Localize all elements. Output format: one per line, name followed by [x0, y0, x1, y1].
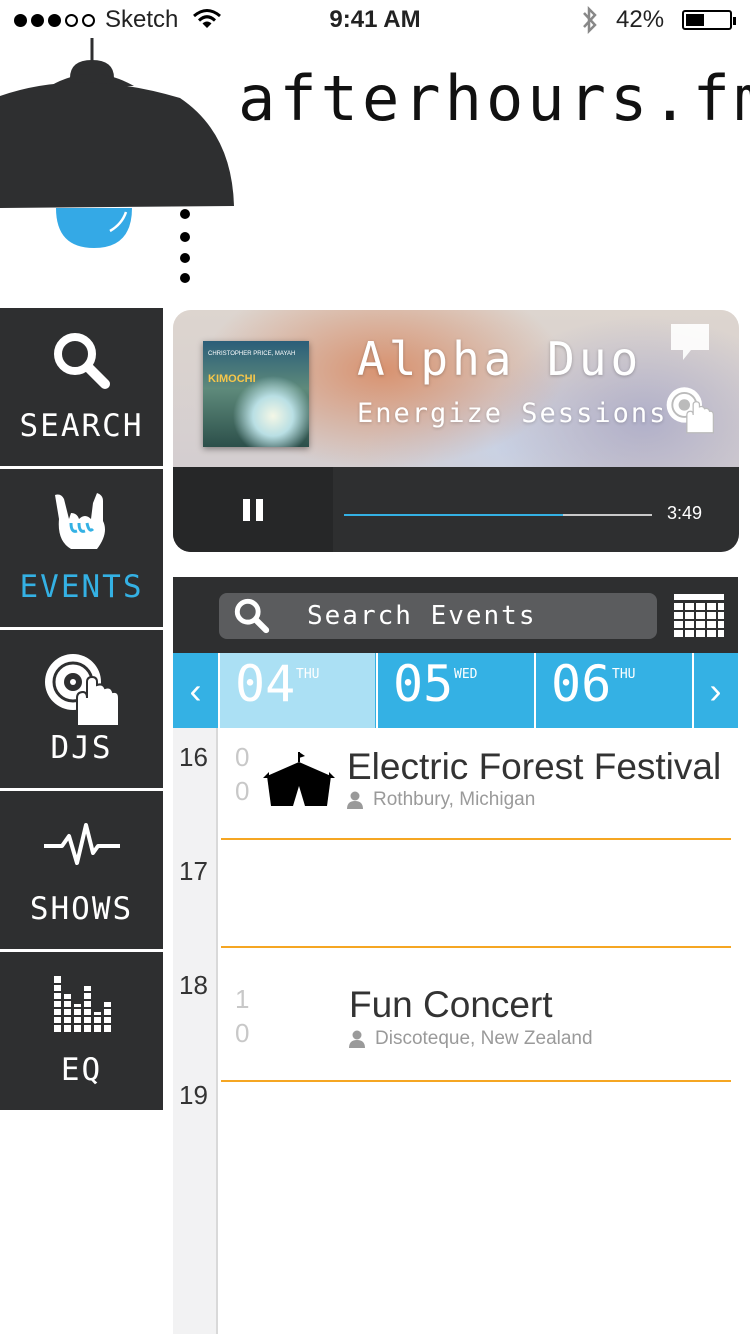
date-cell[interactable]: 04 THU — [218, 653, 375, 728]
event-minutes: 1 0 — [235, 984, 250, 1048]
hour-label: 16 — [179, 742, 208, 772]
date-number: 05 — [393, 655, 454, 713]
dj-turntable-icon — [44, 654, 120, 727]
brand-title: afterhours.fm — [238, 62, 750, 135]
chevron-left-icon: ‹ — [189, 669, 202, 711]
sidebar-nav: SEARCH EVENTS DJS SHOWS EQ — [0, 308, 163, 1113]
sidebar-label-djs: DJS — [50, 730, 113, 766]
events-search-bar: Search Events — [173, 577, 738, 653]
battery-percent: 42% — [616, 6, 665, 33]
battery-icon — [682, 10, 736, 30]
now-playing-card: CHRISTOPHER PRICE, MAYAH KIMOCHI Alpha D… — [173, 310, 739, 552]
status-bar: Sketch 9:41 AM 42% — [0, 0, 750, 40]
calendar-icon[interactable] — [673, 593, 725, 639]
sidebar-label-shows: SHOWS — [29, 891, 134, 927]
hour-label: 17 — [179, 856, 208, 886]
person-icon — [347, 791, 363, 809]
progress-fill — [344, 514, 563, 516]
dj-turntable-icon[interactable] — [665, 386, 715, 434]
sidebar-item-events[interactable]: EVENTS — [0, 469, 163, 627]
track-time: 3:49 — [667, 503, 703, 523]
album-title: KIMOCHI — [208, 373, 256, 385]
lamp-logo-icon — [0, 38, 234, 283]
date-selector: ‹ 04 THU 05 WED 06 THU › — [173, 653, 738, 728]
artist-name: Alpha Duo — [357, 332, 643, 386]
next-date-button[interactable]: › — [692, 653, 737, 728]
date-weekday: THU — [296, 667, 320, 682]
chevron-right-icon: › — [709, 669, 722, 711]
date-cell[interactable]: 06 THU — [534, 653, 691, 728]
event-location: Discoteque, New Zealand — [349, 1028, 593, 1050]
show-name: Energize Sessions — [357, 398, 668, 429]
sidebar-item-search[interactable]: SEARCH — [0, 308, 163, 466]
sidebar-label-events: EVENTS — [19, 569, 144, 605]
hour-separator — [221, 838, 731, 840]
search-placeholder: Search Events — [307, 601, 537, 631]
sidebar-label-search: SEARCH — [19, 408, 144, 444]
search-events-input[interactable]: Search Events — [219, 593, 657, 639]
hour-label: 19 — [179, 1080, 208, 1110]
tent-icon — [263, 752, 335, 806]
player-controls: 3:49 — [173, 467, 739, 552]
hour-separator — [221, 1080, 731, 1082]
equalizer-icon — [51, 976, 112, 1032]
prev-date-button[interactable]: ‹ — [173, 653, 218, 728]
date-number: 06 — [551, 655, 612, 713]
date-number: 04 — [235, 655, 296, 713]
events-panel: Search Events ‹ 04 THU 05 WED 06 THU › 1… — [173, 577, 738, 1334]
person-icon — [349, 1030, 365, 1048]
sidebar-item-eq[interactable]: EQ — [0, 952, 163, 1110]
event-location: Rothbury, Michigan — [347, 789, 535, 811]
date-cell[interactable]: 05 WED — [376, 653, 533, 728]
album-subtitle: CHRISTOPHER PRICE, MAYAH — [208, 351, 296, 357]
sidebar-label-eq: EQ — [60, 1052, 103, 1088]
event-minutes: 0 0 — [235, 742, 250, 806]
sidebar-item-djs[interactable]: DJS — [0, 630, 163, 788]
hour-label: 18 — [179, 970, 208, 1000]
search-icon — [53, 333, 110, 389]
event-title: Electric Forest Festival — [347, 746, 722, 787]
chat-icon[interactable] — [669, 322, 711, 362]
pulse-icon — [43, 823, 120, 865]
events-timeline: 16 17 18 19 0 0 Electric Forest Festival — [173, 728, 738, 1334]
hour-separator — [221, 946, 731, 948]
rock-hand-icon — [54, 493, 105, 549]
sidebar-item-shows[interactable]: SHOWS — [0, 791, 163, 949]
hour-column: 16 17 18 19 — [173, 728, 218, 1334]
progress-track[interactable] — [344, 514, 652, 516]
pause-icon — [243, 498, 250, 521]
event-title: Fun Concert — [349, 984, 553, 1025]
date-weekday: WED — [454, 667, 478, 682]
search-icon — [234, 598, 270, 634]
bluetooth-icon — [583, 6, 597, 34]
pause-button[interactable] — [173, 467, 333, 552]
album-art[interactable]: CHRISTOPHER PRICE, MAYAH KIMOCHI — [203, 341, 309, 447]
date-weekday: THU — [612, 667, 636, 682]
